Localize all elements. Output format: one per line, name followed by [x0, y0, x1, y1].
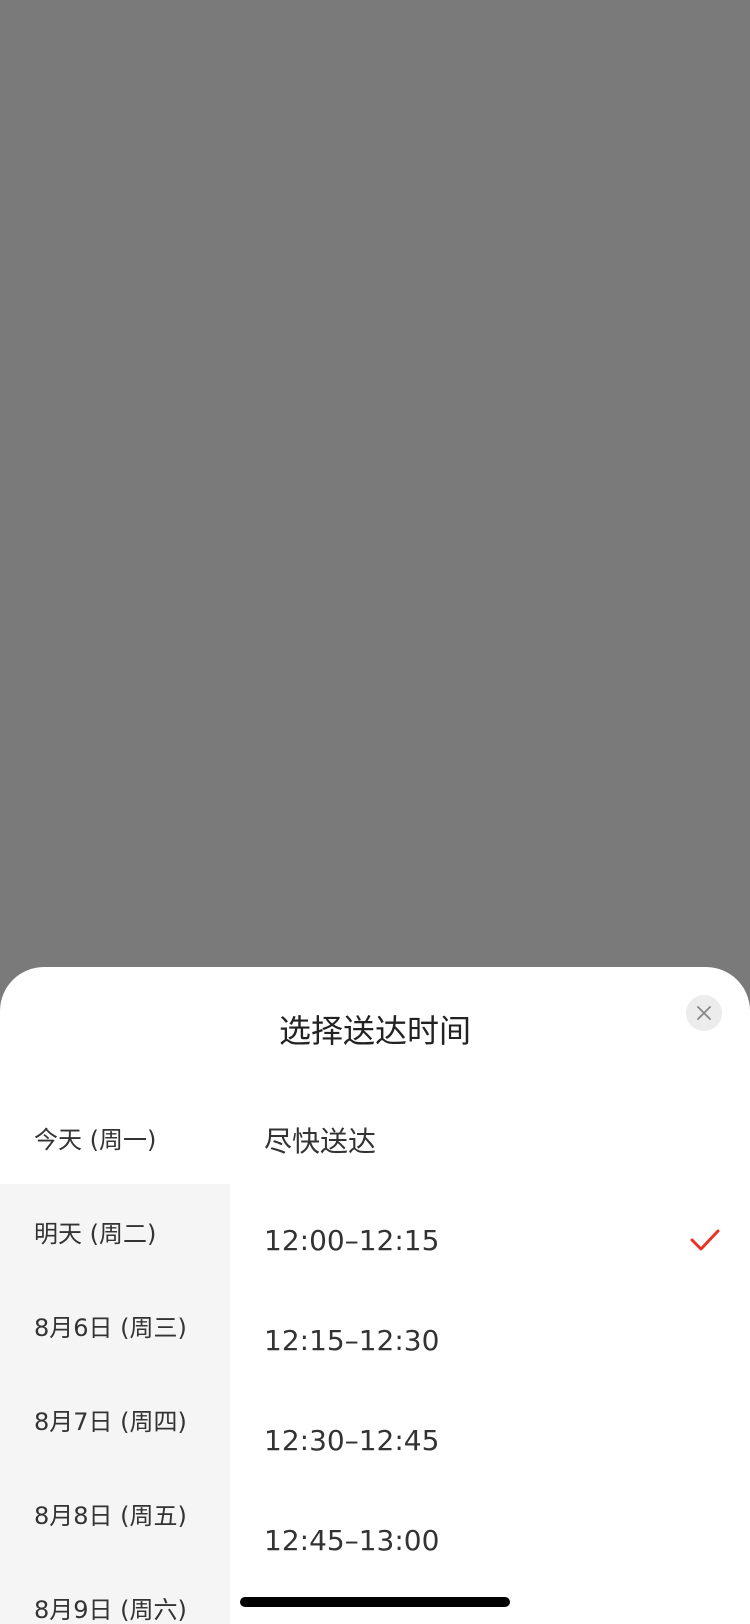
close-icon [697, 1006, 711, 1020]
time-option-1200-1215[interactable]: 12:00–12:15 [230, 1190, 750, 1290]
time-option-label: 12:15–12:30 [264, 1323, 440, 1357]
modal-backdrop[interactable] [0, 0, 750, 967]
date-item-tomorrow[interactable]: 明天 (周二) [0, 1184, 230, 1278]
time-option-1230-1245[interactable]: 12:30–12:45 [230, 1390, 750, 1490]
date-list: 今天 (周一) 明天 (周二) 8月6日 (周三) 8月7日 (周四) 8月8日… [0, 1090, 230, 1624]
date-item-aug-8[interactable]: 8月8日 (周五) [0, 1466, 230, 1560]
time-option-label: 12:45–13:00 [264, 1523, 440, 1557]
date-item-label: 8月7日 (周四) [34, 1407, 187, 1436]
sheet-title: 选择送达时间 [278, 1012, 471, 1050]
time-option-1245-1300[interactable]: 12:45–13:00 [230, 1490, 750, 1590]
time-list: 尽快送达 12:00–12:15 12:15–12:30 12:30–12:45… [230, 1090, 750, 1624]
date-item-label: 8月9日 (周六) [34, 1595, 187, 1624]
delivery-time-sheet: 选择送达时间 今天 (周一) 明天 (周二) 8月6日 (周三) 8月7日 (周… [0, 967, 750, 1624]
date-item-aug-9[interactable]: 8月9日 (周六) [0, 1560, 230, 1624]
date-item-label: 8月8日 (周五) [34, 1501, 187, 1530]
date-item-today[interactable]: 今天 (周一) [0, 1090, 230, 1184]
date-item-label: 今天 (周一) [34, 1125, 157, 1154]
date-item-aug-6[interactable]: 8月6日 (周三) [0, 1278, 230, 1372]
date-item-label: 8月6日 (周三) [34, 1313, 187, 1342]
date-item-label: 明天 (周二) [34, 1219, 157, 1248]
home-indicator [240, 1597, 510, 1607]
check-icon [690, 1229, 720, 1251]
time-option-asap[interactable]: 尽快送达 [230, 1090, 750, 1190]
time-option-label: 12:30–12:45 [264, 1423, 440, 1457]
close-button[interactable] [686, 995, 722, 1031]
time-option-label: 尽快送达 [264, 1125, 377, 1158]
date-item-aug-7[interactable]: 8月7日 (周四) [0, 1372, 230, 1466]
time-option-label: 12:00–12:15 [264, 1223, 440, 1257]
time-option-1215-1230[interactable]: 12:15–12:30 [230, 1290, 750, 1390]
